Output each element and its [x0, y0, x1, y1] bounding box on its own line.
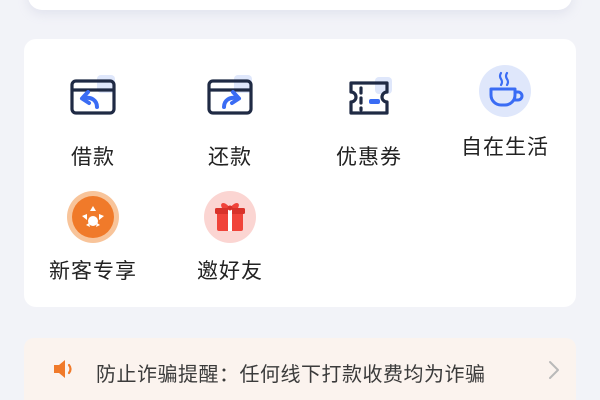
service-item-life[interactable]: 自在生活	[440, 65, 570, 161]
card-arrow-back-icon	[65, 75, 121, 131]
service-item-coupon[interactable]: 优惠券	[304, 75, 434, 171]
top-card	[28, 0, 572, 10]
card-arrow-forward-icon	[202, 75, 258, 131]
service-item-repay[interactable]: 还款	[165, 75, 295, 171]
service-label: 邀好友	[197, 259, 263, 283]
coffee-cup-icon	[477, 65, 533, 131]
service-label: 自在生活	[461, 135, 549, 159]
service-item-invite[interactable]: 邀好友	[165, 189, 295, 285]
service-label: 优惠券	[336, 145, 402, 169]
speaker-icon	[52, 358, 78, 384]
service-item-newcomer[interactable]: 新客专享	[28, 189, 158, 285]
service-label: 借款	[71, 145, 115, 169]
service-label: 还款	[208, 145, 252, 169]
service-item-loan[interactable]: 借款	[28, 75, 158, 171]
notice-text: 防止诈骗提醒：任何线下打款收费均为诈骗	[96, 362, 486, 386]
orange-badge-icon	[65, 189, 121, 245]
chevron-right-icon[interactable]	[548, 360, 560, 384]
service-grid: 借款 还款 优惠券 自在生活 新客专享 邀好友	[24, 39, 576, 307]
service-label: 新客专享	[49, 259, 137, 283]
coupon-ticket-icon	[341, 75, 397, 131]
gift-box-icon	[202, 189, 258, 245]
anti-fraud-notice[interactable]: 防止诈骗提醒：任何线下打款收费均为诈骗	[24, 338, 576, 400]
